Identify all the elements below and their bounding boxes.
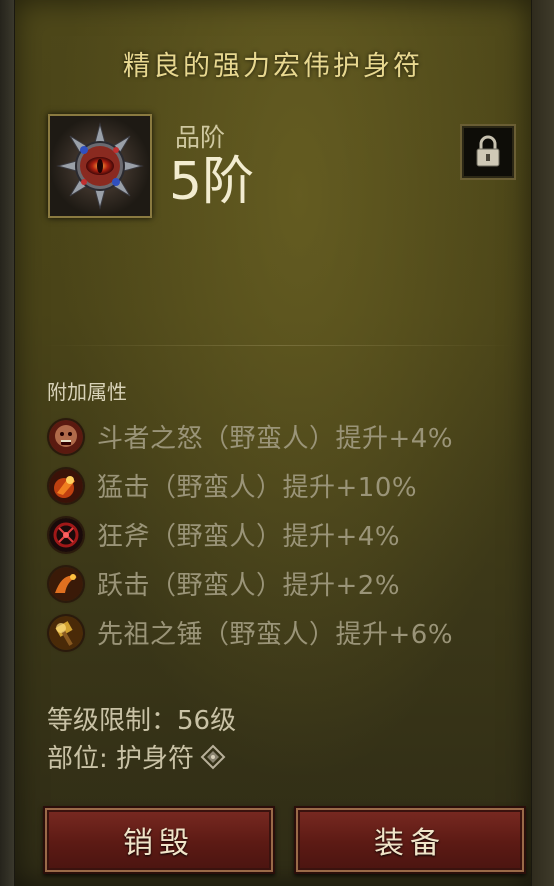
- background-strip-right: [530, 0, 554, 886]
- affix-text: 猛击（野蛮人）提升+10%: [97, 473, 418, 503]
- frenzy-axe-icon: [49, 517, 83, 552]
- item-slot: 部位: 护身符: [47, 738, 226, 775]
- rage-face-icon: [49, 419, 83, 454]
- lock-icon: [476, 135, 500, 167]
- leap-icon: [49, 566, 83, 601]
- affix-item: 斗者之怒（野蛮人）提升+4%: [49, 412, 453, 461]
- item-name: 精良的强力宏伟护身符: [123, 51, 423, 82]
- affix-item: 跃击（野蛮人）提升+2%: [49, 559, 453, 608]
- affix-item: 猛击（野蛮人）提升+10%: [49, 461, 453, 510]
- background-strip-left: [0, 0, 14, 886]
- item-tooltip-panel: 精良的强力宏伟护身符 品阶 5阶 附加属性 斗者之怒（野蛮人）提升+4% 猛击（…: [14, 0, 532, 886]
- affixes-title: 附加属性: [47, 380, 127, 404]
- divider: [45, 345, 515, 346]
- bash-icon: [49, 468, 83, 503]
- slot-text: 部位: 护身符: [47, 744, 195, 774]
- level-requirement: 等级限制：56级: [47, 706, 237, 736]
- tier-label: 品阶: [175, 123, 226, 152]
- affix-text: 狂斧（野蛮人）提升+4%: [97, 522, 401, 552]
- ancestral-hammer-icon: [49, 615, 83, 650]
- affix-list: 斗者之怒（野蛮人）提升+4% 猛击（野蛮人）提升+10% 狂斧（野蛮人）提升+4…: [49, 412, 453, 657]
- affix-item: 先祖之锤（野蛮人）提升+6%: [49, 608, 453, 657]
- tier-value: 5阶: [169, 152, 255, 212]
- affix-text: 斗者之怒（野蛮人）提升+4%: [97, 424, 454, 454]
- affix-item: 狂斧（野蛮人）提升+4%: [49, 510, 453, 559]
- amulet-slot-icon: [200, 744, 226, 769]
- affix-text: 跃击（野蛮人）提升+2%: [97, 571, 401, 601]
- salvage-button[interactable]: 销毁: [43, 806, 275, 874]
- affix-text: 先祖之锤（野蛮人）提升+6%: [97, 620, 454, 650]
- lock-button[interactable]: [460, 124, 516, 180]
- amulet-icon: [48, 114, 152, 218]
- equip-button[interactable]: 装备: [294, 806, 526, 874]
